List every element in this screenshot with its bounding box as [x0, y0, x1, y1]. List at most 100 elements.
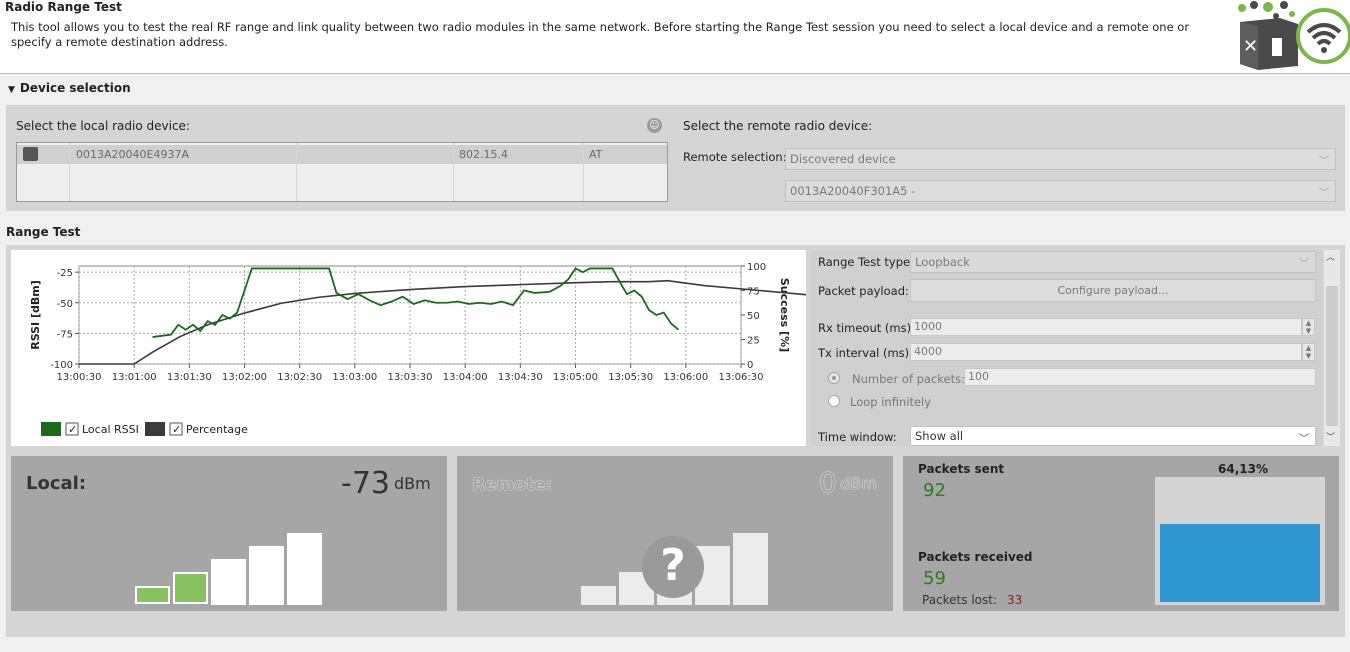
x-tick-label: 13:03:30	[388, 372, 433, 383]
chevron-down-icon: ﹀	[1299, 259, 1309, 270]
number-of-packets-input[interactable]: 100	[964, 368, 1316, 386]
range-test-settings: Range Test type: Loopback ﹀ Packet paylo…	[810, 250, 1323, 446]
local-rssi-value: -73	[341, 466, 390, 501]
x-tick-label: 13:01:00	[112, 372, 157, 383]
remote-selection-label: Remote selection:	[683, 150, 787, 164]
rssi-chart: 13:00:30 13:01:00 13:01:30 13:02:00 13:02:30…	[29, 262, 889, 436]
packets-received-value: 59	[923, 568, 946, 589]
success-percent-label: 64,13%	[1218, 462, 1268, 476]
x-tick-label: 13:04:30	[498, 372, 543, 383]
header: Radio Range Test This tool allows you to…	[0, 0, 1350, 74]
x-tick-label: 13:02:30	[277, 372, 322, 383]
packets-sent-label: Packets sent	[918, 462, 1005, 476]
device-protocol: 802.15.4	[459, 148, 508, 161]
y-axis-label: RSSI [dBm]	[29, 280, 42, 350]
page-description: This tool allows you to test the real RF…	[11, 20, 1190, 49]
remote-rssi-unit: dBm	[840, 474, 877, 493]
rx-timeout-label: Rx timeout (ms):	[818, 321, 915, 335]
y-tick-label: -75	[57, 329, 73, 340]
legend-label-local-rssi: Local RSSI	[82, 423, 139, 436]
x-tick-label: 13:04:00	[443, 372, 488, 383]
tx-interval-label: Tx interval (ms):	[818, 346, 914, 360]
rx-timeout-spinner[interactable]: ▲ ▼	[1302, 318, 1315, 336]
remote-signal-panel: Remote: 0 dBm ?	[457, 456, 893, 611]
packets-lost-label: Packets lost:	[922, 593, 997, 607]
local-device-table: 0013A20040E4937A 802.15.4 AT	[16, 142, 668, 202]
y2-axis-label: Success [%]	[778, 278, 791, 352]
time-window-value: Show all	[915, 429, 964, 443]
remote-device-label: Select the remote radio device:	[683, 119, 873, 133]
signal-bar-5	[733, 533, 768, 605]
number-of-packets-label: Number of packets:	[852, 372, 965, 386]
signal-bar-3	[211, 559, 246, 605]
range-test-type-value: Loopback	[915, 255, 970, 269]
device-address: 0013A20040E4937A	[76, 148, 189, 161]
signal-bar-1	[135, 586, 170, 604]
scrollbar-thumb[interactable]	[1326, 286, 1338, 426]
remote-title: Remote:	[472, 475, 553, 495]
time-window-label: Time window:	[818, 430, 897, 444]
y2-tick-label: 75	[747, 287, 760, 298]
remote-selection-dropdown[interactable]: Discovered device ﹀	[785, 148, 1336, 170]
remote-device-value: 0013A20040F301A5 -	[790, 184, 916, 198]
settings-scrollbar[interactable]: ︿ ﹀	[1324, 250, 1340, 446]
signal-bar-2	[173, 572, 208, 604]
x-tick-label: 13:02:00	[222, 372, 267, 383]
range-test-type-label: Range Test type:	[818, 255, 914, 269]
y-tick-label: -100	[50, 360, 73, 371]
y2-tick-label: 50	[747, 311, 760, 322]
device-selection-title: Device selection	[19, 81, 131, 95]
remote-selection-value: Discovered device	[790, 152, 896, 166]
chevron-down-icon: ﹀	[1319, 156, 1329, 167]
signal-bar-5	[287, 533, 322, 605]
local-rssi-unit: dBm	[394, 474, 431, 493]
y-tick-label: -50	[57, 299, 73, 310]
remote-rssi-value: 0	[819, 466, 837, 499]
loop-infinitely-label: Loop infinitely	[850, 395, 932, 409]
percentage-line	[79, 279, 889, 365]
time-window-dropdown[interactable]: Show all ﹀	[910, 426, 1316, 446]
scroll-up-icon[interactable]: ︿	[1326, 250, 1335, 263]
radio-module-icon	[23, 147, 38, 161]
local-title: Local:	[26, 473, 87, 494]
legend-swatch-local-rssi	[41, 422, 61, 436]
refresh-icon[interactable]: ☺	[647, 118, 662, 133]
packets-lost-value: 33	[1007, 593, 1023, 607]
device-mode: AT	[589, 148, 603, 161]
tx-interval-input[interactable]: 4000	[910, 343, 1302, 361]
chevron-down-icon: ﹀	[1299, 434, 1309, 445]
x-tick-label: 13:05:30	[608, 372, 653, 383]
collapse-triangle-icon[interactable]: ▼	[8, 85, 15, 95]
svg-text:✕: ✕	[1243, 36, 1258, 57]
rx-timeout-input[interactable]: 1000	[910, 318, 1302, 336]
local-signal-panel: Local: -73 dBm	[11, 456, 447, 611]
packets-received-label: Packets received	[918, 550, 1033, 564]
range-test-type-dropdown[interactable]: Loopback ﹀	[910, 251, 1316, 273]
checkmark-icon: ✓	[172, 423, 181, 436]
number-of-packets-radio[interactable]	[828, 372, 840, 384]
packet-payload-label: Packet payload:	[818, 284, 909, 298]
x-tick-label: 13:01:30	[167, 372, 212, 383]
loop-infinitely-radio[interactable]	[828, 395, 840, 407]
packets-panel: Packets sent 92 Packets received 59 Pack…	[903, 456, 1339, 611]
scroll-down-icon[interactable]: ﹀	[1326, 430, 1335, 443]
signal-bar-1	[581, 586, 616, 605]
range-test-logo-icon: ✕	[1238, 1, 1350, 70]
tx-interval-spinner[interactable]: ▲ ▼	[1302, 343, 1315, 361]
device-selection-header[interactable]: ▼ Device selection	[8, 81, 131, 95]
signal-bar-4	[249, 546, 284, 605]
success-progress-fill	[1160, 524, 1320, 602]
y2-tick-label: 25	[747, 336, 760, 347]
remote-device-dropdown[interactable]: 0013A20040F301A5 - ﹀	[785, 180, 1336, 202]
chart-area: 13:00:30 13:01:00 13:01:30 13:02:00 13:02:30…	[11, 250, 889, 446]
configure-payload-button[interactable]: Configure payload...	[910, 279, 1316, 302]
local-device-label: Select the local radio device:	[16, 119, 190, 133]
y-tick-label: -25	[57, 268, 73, 279]
page-title: Radio Range Test	[5, 0, 122, 14]
x-tick-label: 13:05:00	[553, 372, 598, 383]
x-tick-label: 13:06:00	[663, 372, 708, 383]
x-tick-label: 13:06:30	[719, 372, 764, 383]
chevron-down-icon: ﹀	[1319, 188, 1329, 199]
success-progress-track	[1155, 477, 1325, 605]
legend-label-percentage: Percentage	[186, 423, 248, 436]
